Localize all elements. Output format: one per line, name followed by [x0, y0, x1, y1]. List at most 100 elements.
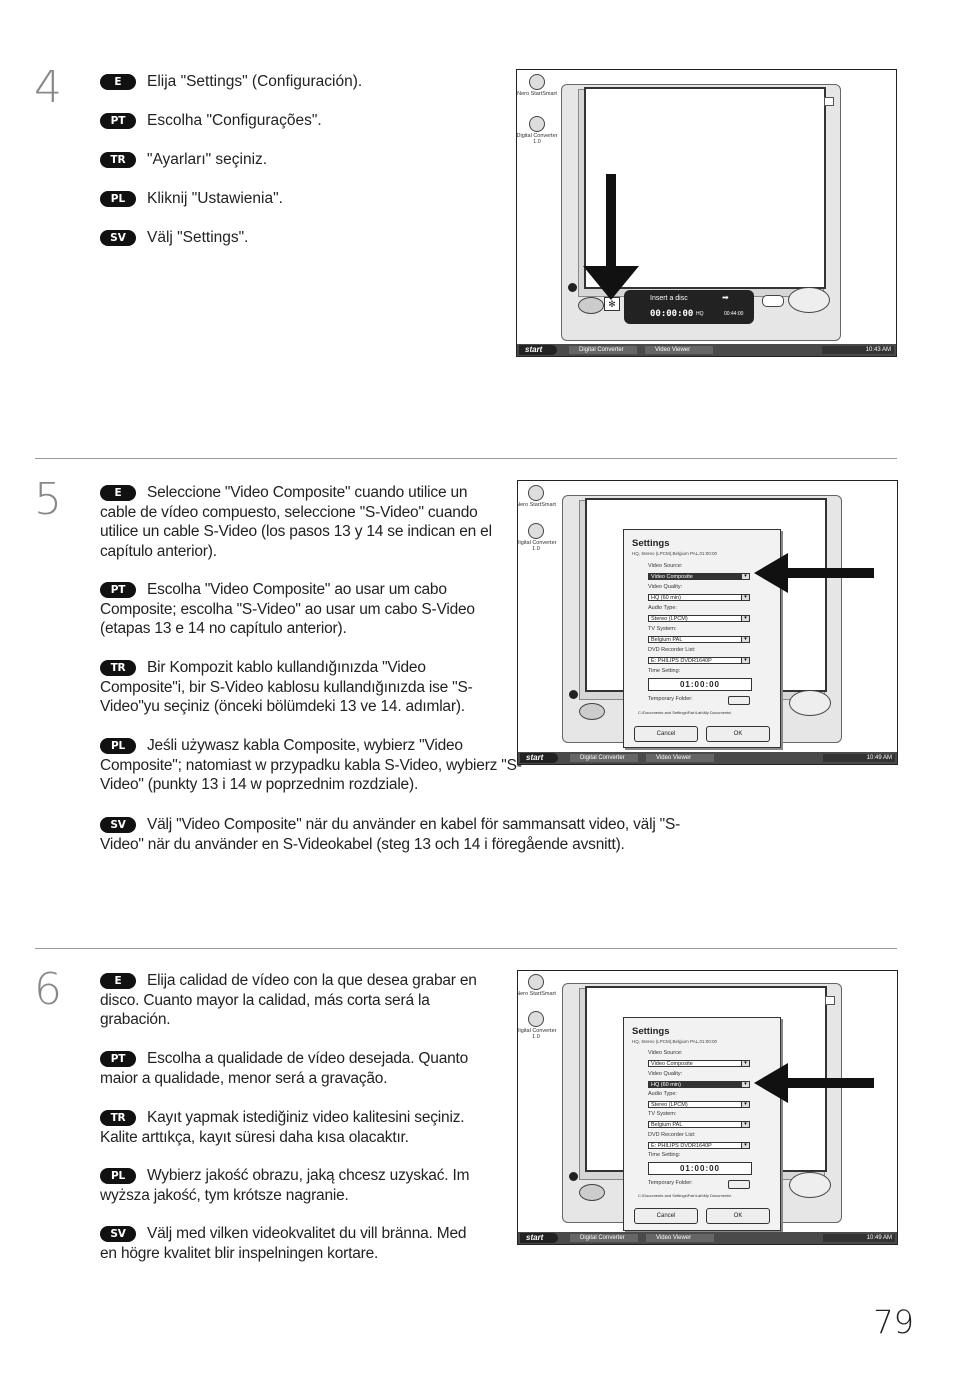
remaining-text: 00:44:00 — [724, 311, 744, 317]
power-icon[interactable] — [569, 1172, 578, 1181]
record-button[interactable] — [789, 690, 831, 716]
instruction: E Elija calidad de vídeo con la que desea… — [100, 971, 495, 1030]
taskbar-item[interactable]: Video Viewer — [645, 346, 713, 354]
screenshot-settings-quality: Nero StartSmart Digital Converter 1.0 Se… — [517, 970, 898, 1245]
desktop-icon-nero: Nero StartSmart — [517, 974, 560, 997]
start-button[interactable]: start — [519, 345, 557, 355]
record-button[interactable] — [789, 1172, 831, 1198]
power-icon[interactable] — [569, 690, 578, 699]
lang-badge: E — [100, 485, 136, 501]
folder-browse-icon[interactable] — [728, 696, 750, 705]
close-icon[interactable] — [824, 97, 834, 106]
instruction-text: Escolha "Video Composite" ao usar um cab… — [100, 581, 475, 637]
temp-folder-path: C:\Documents and Settings\Fair\Lab\My Do… — [638, 710, 732, 715]
dialog-summary: HQ, Stereo (LPCM),Belgium PAL,01:00:00 — [632, 1039, 717, 1044]
nero-icon — [528, 974, 544, 990]
record-button[interactable] — [788, 287, 830, 313]
page-number: 79 — [873, 1303, 914, 1341]
dialog-summary: HQ, Stereo (LPCM),Belgium PAL,01:00:00 — [632, 551, 717, 556]
audio-type-label: Audio Type: — [648, 1091, 677, 1097]
video-quality-select[interactable]: HQ (60 min) — [648, 1081, 750, 1088]
instruction: PT Escolha a qualidade de vídeo desejada.… — [100, 1049, 470, 1088]
video-source-label: Video Source: — [648, 563, 683, 569]
converter-icon — [529, 116, 545, 132]
ok-button[interactable]: OK — [706, 726, 770, 742]
instruction-text: Välj med vilken videokvalitet du vill br… — [100, 1225, 467, 1262]
eject-icon[interactable]: ➡ — [722, 293, 729, 302]
cancel-button[interactable]: Cancel — [634, 1208, 698, 1224]
lang-badge: E — [100, 74, 136, 90]
system-tray-clock: 10:49 AM — [823, 1234, 895, 1242]
time-setting-field[interactable]: 01:00:00 — [648, 1162, 752, 1175]
section-divider — [35, 458, 897, 459]
taskbar-item[interactable]: Video Viewer — [646, 1234, 714, 1242]
temp-folder-path: C:\Documents and Settings\Fair\Lab\My Do… — [638, 1193, 732, 1198]
taskbar-item[interactable]: Digital Converter — [569, 346, 637, 354]
dvd-button[interactable] — [579, 703, 605, 720]
pointer-arrow — [754, 553, 874, 593]
taskbar: start Digital Converter Video Viewer 10:… — [518, 1232, 897, 1244]
recorder-label: DVD Recorder List: — [648, 647, 696, 653]
instruction-text: "Ayarları" seçiniz. — [147, 151, 268, 168]
instruction: PT Escolha "Configurações". — [100, 111, 322, 130]
taskbar: start Digital Converter Video Viewer 10:… — [517, 344, 896, 356]
lang-badge: PT — [100, 113, 136, 129]
desktop-icon-label: Digital Converter 1.0 — [516, 133, 558, 145]
nero-icon — [529, 74, 545, 90]
temp-folder-label: Temporary Folder: — [648, 1180, 693, 1186]
taskbar-item[interactable]: Digital Converter — [570, 1234, 638, 1242]
power-icon[interactable] — [568, 283, 577, 292]
tv-system-select[interactable]: Belgium PAL — [648, 636, 750, 643]
ok-button[interactable]: OK — [706, 1208, 770, 1224]
status-text: Insert a disc — [650, 295, 688, 302]
cancel-button[interactable]: Cancel — [634, 726, 698, 742]
close-icon[interactable] — [825, 996, 835, 1005]
desktop-icon-label: Digital Converter 1.0 — [517, 1028, 557, 1040]
recorder-select[interactable]: E: PHILIPS DVDR1640P — [648, 1142, 750, 1149]
section-divider — [35, 948, 897, 949]
instruction: PL Jeśli używasz kabla Composite, wybierz… — [100, 736, 525, 795]
dialog-title: Settings — [632, 538, 670, 549]
lang-badge: SV — [100, 817, 136, 833]
instruction: SV Välj "Settings". — [100, 228, 248, 247]
audio-type-select[interactable]: Stereo (LPCM) — [648, 1101, 750, 1108]
instruction-text: Kliknij "Ustawienia". — [147, 190, 283, 207]
timer-text: 00:00:00 — [650, 309, 694, 319]
tv-system-select[interactable]: Belgium PAL — [648, 1121, 750, 1128]
recorder-select[interactable]: E: PHILIPS DVDR1640P — [648, 657, 750, 664]
toggle-button[interactable] — [762, 295, 784, 307]
desktop-icon-label: Nero StartSmart — [517, 991, 556, 997]
video-source-select[interactable]: Video Composite — [648, 573, 750, 580]
video-quality-label: Video Quality: — [648, 584, 683, 590]
time-setting-field[interactable]: 01:00:00 — [648, 678, 752, 691]
tv-system-label: TV System: — [648, 626, 677, 632]
instruction: PT Escolha "Video Composite" ao usar um c… — [100, 580, 500, 639]
start-button[interactable]: start — [520, 753, 558, 763]
video-quality-select[interactable]: HQ (60 min) — [648, 594, 750, 601]
desktop-icon-label: Digital Converter 1.0 — [517, 540, 557, 552]
desktop: Nero StartSmart Digital Converter 1.0 ✻ … — [517, 70, 896, 344]
dvd-button[interactable] — [579, 1184, 605, 1201]
video-quality-label: Video Quality: — [648, 1071, 683, 1077]
instruction: TR "Ayarları" seçiniz. — [100, 150, 267, 169]
step-number: 6 — [34, 964, 62, 1015]
desktop-icon-nero: Nero StartSmart — [518, 485, 560, 508]
taskbar-item[interactable]: Video Viewer — [646, 754, 714, 762]
lang-badge: TR — [100, 1110, 136, 1126]
lang-badge: E — [100, 973, 136, 989]
taskbar: start Digital Converter Video Viewer 10:… — [518, 752, 897, 764]
lang-badge: PT — [100, 582, 136, 598]
desktop-icon-nero: Nero StartSmart — [517, 74, 561, 97]
video-source-select[interactable]: Video Composite — [648, 1060, 750, 1067]
time-setting-label: Time Setting: — [648, 668, 681, 674]
taskbar-item[interactable]: Digital Converter — [570, 754, 638, 762]
lang-badge: PL — [100, 738, 136, 754]
instruction-text: Escolha a qualidade de vídeo desejada. Q… — [100, 1050, 469, 1087]
instruction: SV Välj med vilken videokvalitet du vill … — [100, 1224, 470, 1263]
folder-browse-icon[interactable] — [728, 1180, 750, 1189]
audio-type-select[interactable]: Stereo (LPCM) — [648, 615, 750, 622]
instruction-text: Escolha "Configurações". — [147, 112, 322, 129]
instruction: SV Välj "Video Composite" när du använder… — [100, 815, 700, 854]
pointer-arrow — [754, 1063, 874, 1103]
start-button[interactable]: start — [520, 1233, 558, 1243]
